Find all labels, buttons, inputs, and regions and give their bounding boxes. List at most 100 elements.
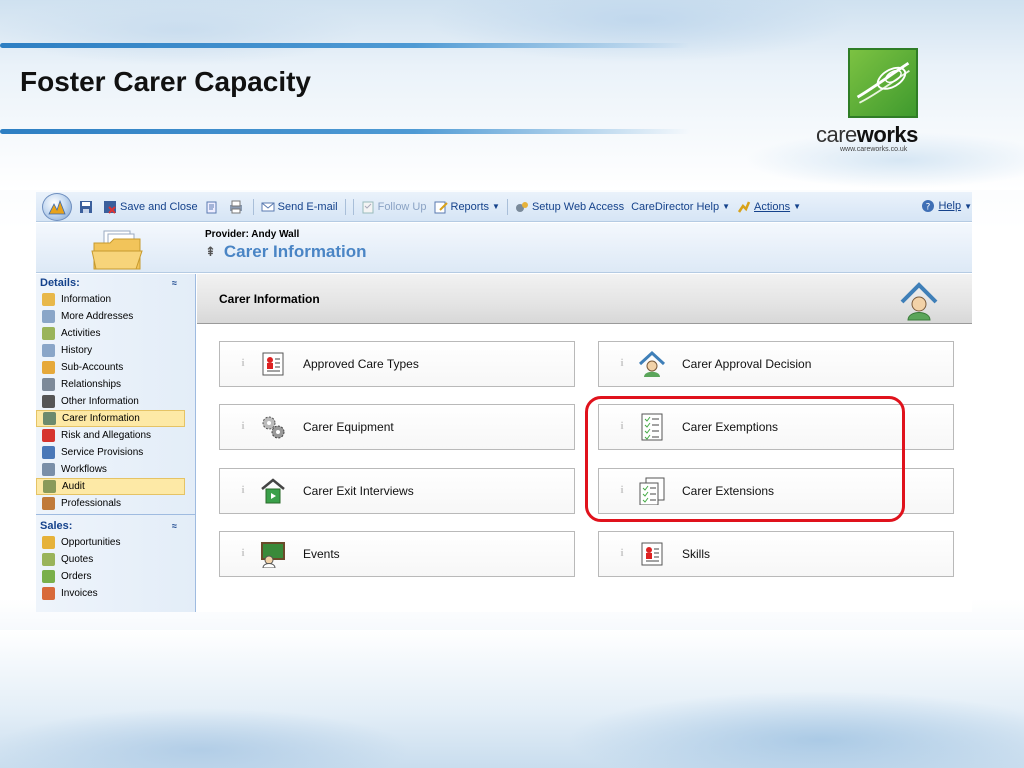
tile-approved-care-types[interactable]: i Approved Care Types — [219, 341, 575, 387]
nav-details-header: Details: — [40, 276, 80, 289]
nav-item-label: Orders — [61, 571, 92, 582]
nav-item-sub-accounts[interactable]: Sub-Accounts — [36, 359, 195, 376]
opportunities-icon — [42, 536, 55, 549]
save-and-close-button[interactable]: Save and Close — [103, 200, 198, 214]
careworks-logo-icon — [848, 48, 918, 118]
toolbar-separator — [344, 198, 346, 215]
nav-item-more-addresses[interactable]: More Addresses — [36, 308, 195, 325]
nav-item-history[interactable]: History — [36, 342, 195, 359]
folder-icon — [91, 230, 143, 270]
info-icon[interactable]: i — [237, 484, 249, 498]
email-icon — [261, 202, 275, 211]
nav-item-information[interactable]: Information — [36, 291, 195, 308]
save-button[interactable] — [79, 200, 96, 214]
service-icon — [42, 446, 55, 459]
follow-up-button[interactable]: Follow Up — [361, 200, 427, 214]
content-header: Carer Information — [197, 274, 972, 324]
nav-item-quotes[interactable]: Quotes — [36, 551, 195, 568]
carer-equipment-icon — [259, 413, 287, 441]
app-logo-icon — [48, 199, 66, 214]
nav-item-label: Activities — [61, 328, 101, 339]
nav-item-orders[interactable]: Orders — [36, 568, 195, 585]
left-navigation: Details: ≈ Information More Addresses Acti… — [36, 274, 196, 612]
nav-item-risk-and-allegations[interactable]: Risk and Allegations — [36, 427, 195, 444]
svg-text:?: ? — [926, 203, 931, 213]
nav-sales-list: Opportunities Quotes Orders Invoices — [36, 534, 195, 602]
chevron-down-icon: ▼ — [722, 202, 731, 211]
slide-background-bottom — [0, 630, 1024, 768]
app-orb-button[interactable] — [42, 192, 72, 221]
record-title: ⇞ Carer Information — [205, 242, 367, 262]
nav-item-audit[interactable]: Audit — [36, 478, 185, 495]
nav-item-label: Service Provisions — [61, 447, 144, 458]
carer-arrow-icon: ⇞ — [205, 244, 216, 259]
toolbar: Save and Close Send E-mail Follow Up Rep… — [36, 192, 972, 222]
nav-item-label: History — [61, 345, 93, 356]
careworks-url: www.careworks.co.uk — [840, 146, 908, 153]
setup-web-access-label: Setup Web Access — [531, 200, 625, 213]
carer-house-icon — [900, 282, 938, 321]
carer-icon — [43, 412, 56, 425]
nav-item-label: Workflows — [61, 464, 107, 475]
record-title-text: Carer Information — [223, 242, 367, 261]
tile-label: Carer Exit Interviews — [303, 484, 414, 498]
toolbar-separator — [506, 198, 508, 215]
info-icon — [42, 395, 55, 408]
nav-item-professionals[interactable]: Professionals — [36, 495, 195, 512]
carer-exit-interviews-icon — [259, 477, 287, 505]
caredirector-help-label: CareDirector Help — [631, 200, 720, 213]
info-icon[interactable]: i — [616, 357, 628, 371]
nav-item-label: More Addresses — [61, 311, 134, 322]
caredirector-help-button[interactable]: CareDirector Help ▼ — [631, 201, 730, 213]
tile-skills[interactable]: i Skills — [598, 531, 954, 577]
tile-label: Approved Care Types — [303, 357, 419, 371]
highlight-annotation — [585, 396, 905, 522]
tile-events[interactable]: i Events — [219, 531, 575, 577]
info-icon[interactable]: i — [237, 357, 249, 371]
nav-item-label: Sub-Accounts — [61, 362, 124, 373]
actions-button[interactable]: Actions ▼ — [737, 200, 801, 214]
print-button[interactable] — [229, 200, 246, 214]
info-icon[interactable]: i — [616, 547, 628, 561]
careworks-logo: careworks www.careworks.co.uk — [812, 48, 962, 158]
approved-care-types-icon — [259, 350, 287, 378]
nav-item-invoices[interactable]: Invoices — [36, 585, 195, 602]
nav-item-label: Audit — [62, 481, 85, 492]
nav-item-label: Risk and Allegations — [61, 430, 152, 441]
chevron-down-icon: ▼ — [964, 201, 972, 211]
attach-button[interactable] — [205, 200, 222, 214]
nav-section-sales[interactable]: Sales: ≈ — [36, 517, 195, 534]
nav-item-label: Quotes — [61, 554, 94, 565]
workflow-icon — [42, 463, 55, 476]
nav-item-carer-information[interactable]: Carer Information — [36, 410, 185, 427]
careworks-wordmark: careworks — [816, 122, 918, 147]
nav-item-service-provisions[interactable]: Service Provisions — [36, 444, 195, 461]
risk-icon — [42, 429, 55, 442]
nav-item-other-information[interactable]: Other Information — [36, 393, 195, 410]
toolbar-separator — [252, 198, 254, 215]
nav-item-relationships[interactable]: Relationships — [36, 376, 195, 393]
activities-icon — [42, 327, 55, 340]
collapse-icon[interactable]: ≈ — [172, 278, 177, 288]
info-icon[interactable]: i — [237, 420, 249, 434]
tile-carer-equipment[interactable]: i Carer Equipment — [219, 404, 575, 450]
history-icon — [42, 344, 55, 357]
help-label: Help — [938, 200, 962, 212]
send-email-button[interactable]: Send E-mail — [261, 200, 338, 214]
tile-carer-exit-interviews[interactable]: i Carer Exit Interviews — [219, 468, 575, 514]
sub-accounts-icon — [42, 361, 55, 374]
collapse-icon[interactable]: ≈ — [172, 521, 177, 531]
nav-item-activities[interactable]: Activities — [36, 325, 195, 342]
info-icon[interactable]: i — [237, 547, 249, 561]
reports-button[interactable]: Reports ▼ — [434, 200, 500, 214]
follow-up-icon — [362, 201, 374, 213]
events-icon — [259, 540, 287, 568]
help-button[interactable]: ? Help ▼ — [921, 199, 972, 213]
nav-section-details[interactable]: Details: ≈ — [36, 274, 195, 291]
setup-web-access-button[interactable]: Setup Web Access — [515, 200, 624, 214]
actions-label: Actions — [754, 200, 791, 213]
attach-icon — [206, 201, 217, 213]
nav-item-workflows[interactable]: Workflows — [36, 461, 195, 478]
nav-item-opportunities[interactable]: Opportunities — [36, 534, 195, 551]
tile-carer-approval-decision[interactable]: i Carer Approval Decision — [598, 341, 954, 387]
